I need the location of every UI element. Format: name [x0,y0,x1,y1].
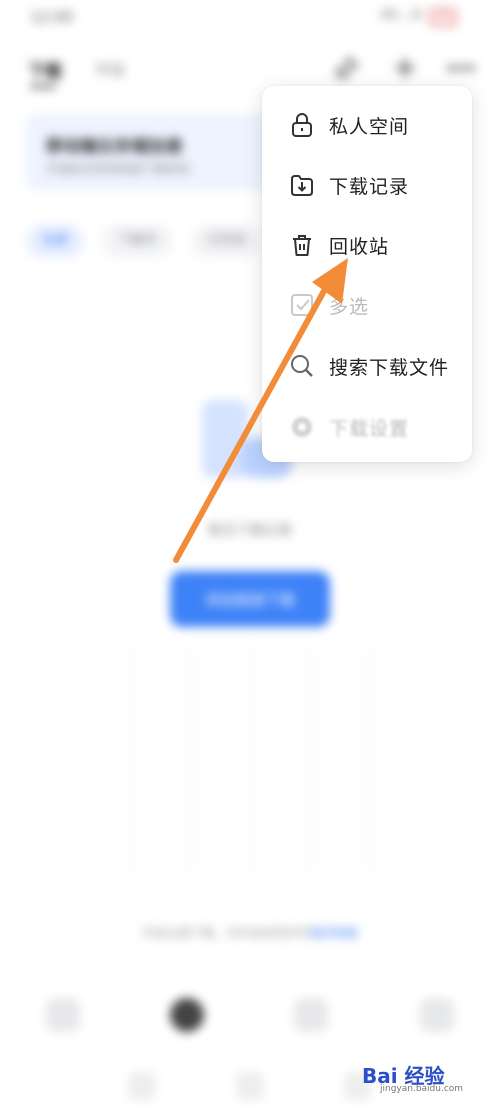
chip-all[interactable]: 全部 [26,224,85,258]
watermark-url: jingyan.baidu.com [380,1084,464,1094]
more-icon[interactable] [444,51,478,85]
status-bar: 12:00 4G ..ill 10 [0,0,500,38]
menu-item-recycle-bin[interactable]: 回收站 [262,215,472,275]
menu-item-private-space[interactable]: 私人空间 [262,95,472,155]
download-folder-icon [288,171,316,199]
gear-icon [288,413,316,441]
trash-icon [288,231,316,259]
menu-item-label: 搜索下载文件 [329,357,450,379]
overflow-menu: 私人空间 下载记录 回收站 多选 搜索下载文件 下载设置 [262,86,472,462]
tab-download[interactable]: 下载 [28,57,62,82]
chip-downloading[interactable]: 下载中 [102,224,174,258]
battery-icon: 10 [430,9,456,26]
search-icon [288,352,316,380]
add-link-download-button[interactable]: 添加链接下载 [170,571,330,627]
menu-item-label: 多选 [329,296,370,318]
plus-icon[interactable] [388,51,422,85]
menu-item-label: 私人空间 [329,116,410,138]
chip-completed[interactable]: 已完成 [191,224,263,258]
footer-note-link[interactable]: 我的网盘 [310,926,358,940]
nav-download-icon[interactable] [170,998,204,1032]
bottom-nav [0,990,500,1050]
sys-home-icon[interactable] [236,1072,264,1100]
menu-item-label: 下载记录 [329,176,410,198]
menu-item-multi-select[interactable]: 多选 [262,275,472,335]
lock-icon [288,111,316,139]
nav-cloud-icon[interactable] [294,998,328,1032]
menu-item-download-history[interactable]: 下载记录 [262,155,472,215]
status-time: 12:00 [30,8,74,26]
empty-state-text: 暂无下载记录 [208,523,292,539]
decorative-lines [130,650,370,870]
menu-item-label: 回收站 [329,236,390,258]
banner-title: 移动端云存储加速 [46,137,182,157]
footer-note: 开启云端下载，文件自动同步到我的网盘 [0,924,500,941]
banner-subtitle: 开通会员享受极速下载体验 [46,162,191,176]
nav-profile-icon[interactable] [420,998,454,1032]
tab-transfer[interactable]: 传输 [95,59,125,80]
menu-item-download-settings[interactable]: 下载设置 [262,397,472,457]
pin-icon[interactable] [330,51,364,85]
menu-item-search-downloads[interactable]: 搜索下载文件 [262,336,472,396]
sys-menu-icon[interactable] [128,1072,156,1100]
checkbox-icon [288,291,316,319]
baidu-jingyan-watermark: Bai 经验 jingyan.baidu.com [362,1056,486,1096]
signal-indicator: 4G ..ill [380,8,422,23]
nav-home-icon[interactable] [46,998,80,1032]
menu-item-label: 下载设置 [329,418,410,440]
active-tab-indicator [30,85,56,88]
footer-note-text: 开启云端下载，文件自动同步到 [141,926,310,940]
